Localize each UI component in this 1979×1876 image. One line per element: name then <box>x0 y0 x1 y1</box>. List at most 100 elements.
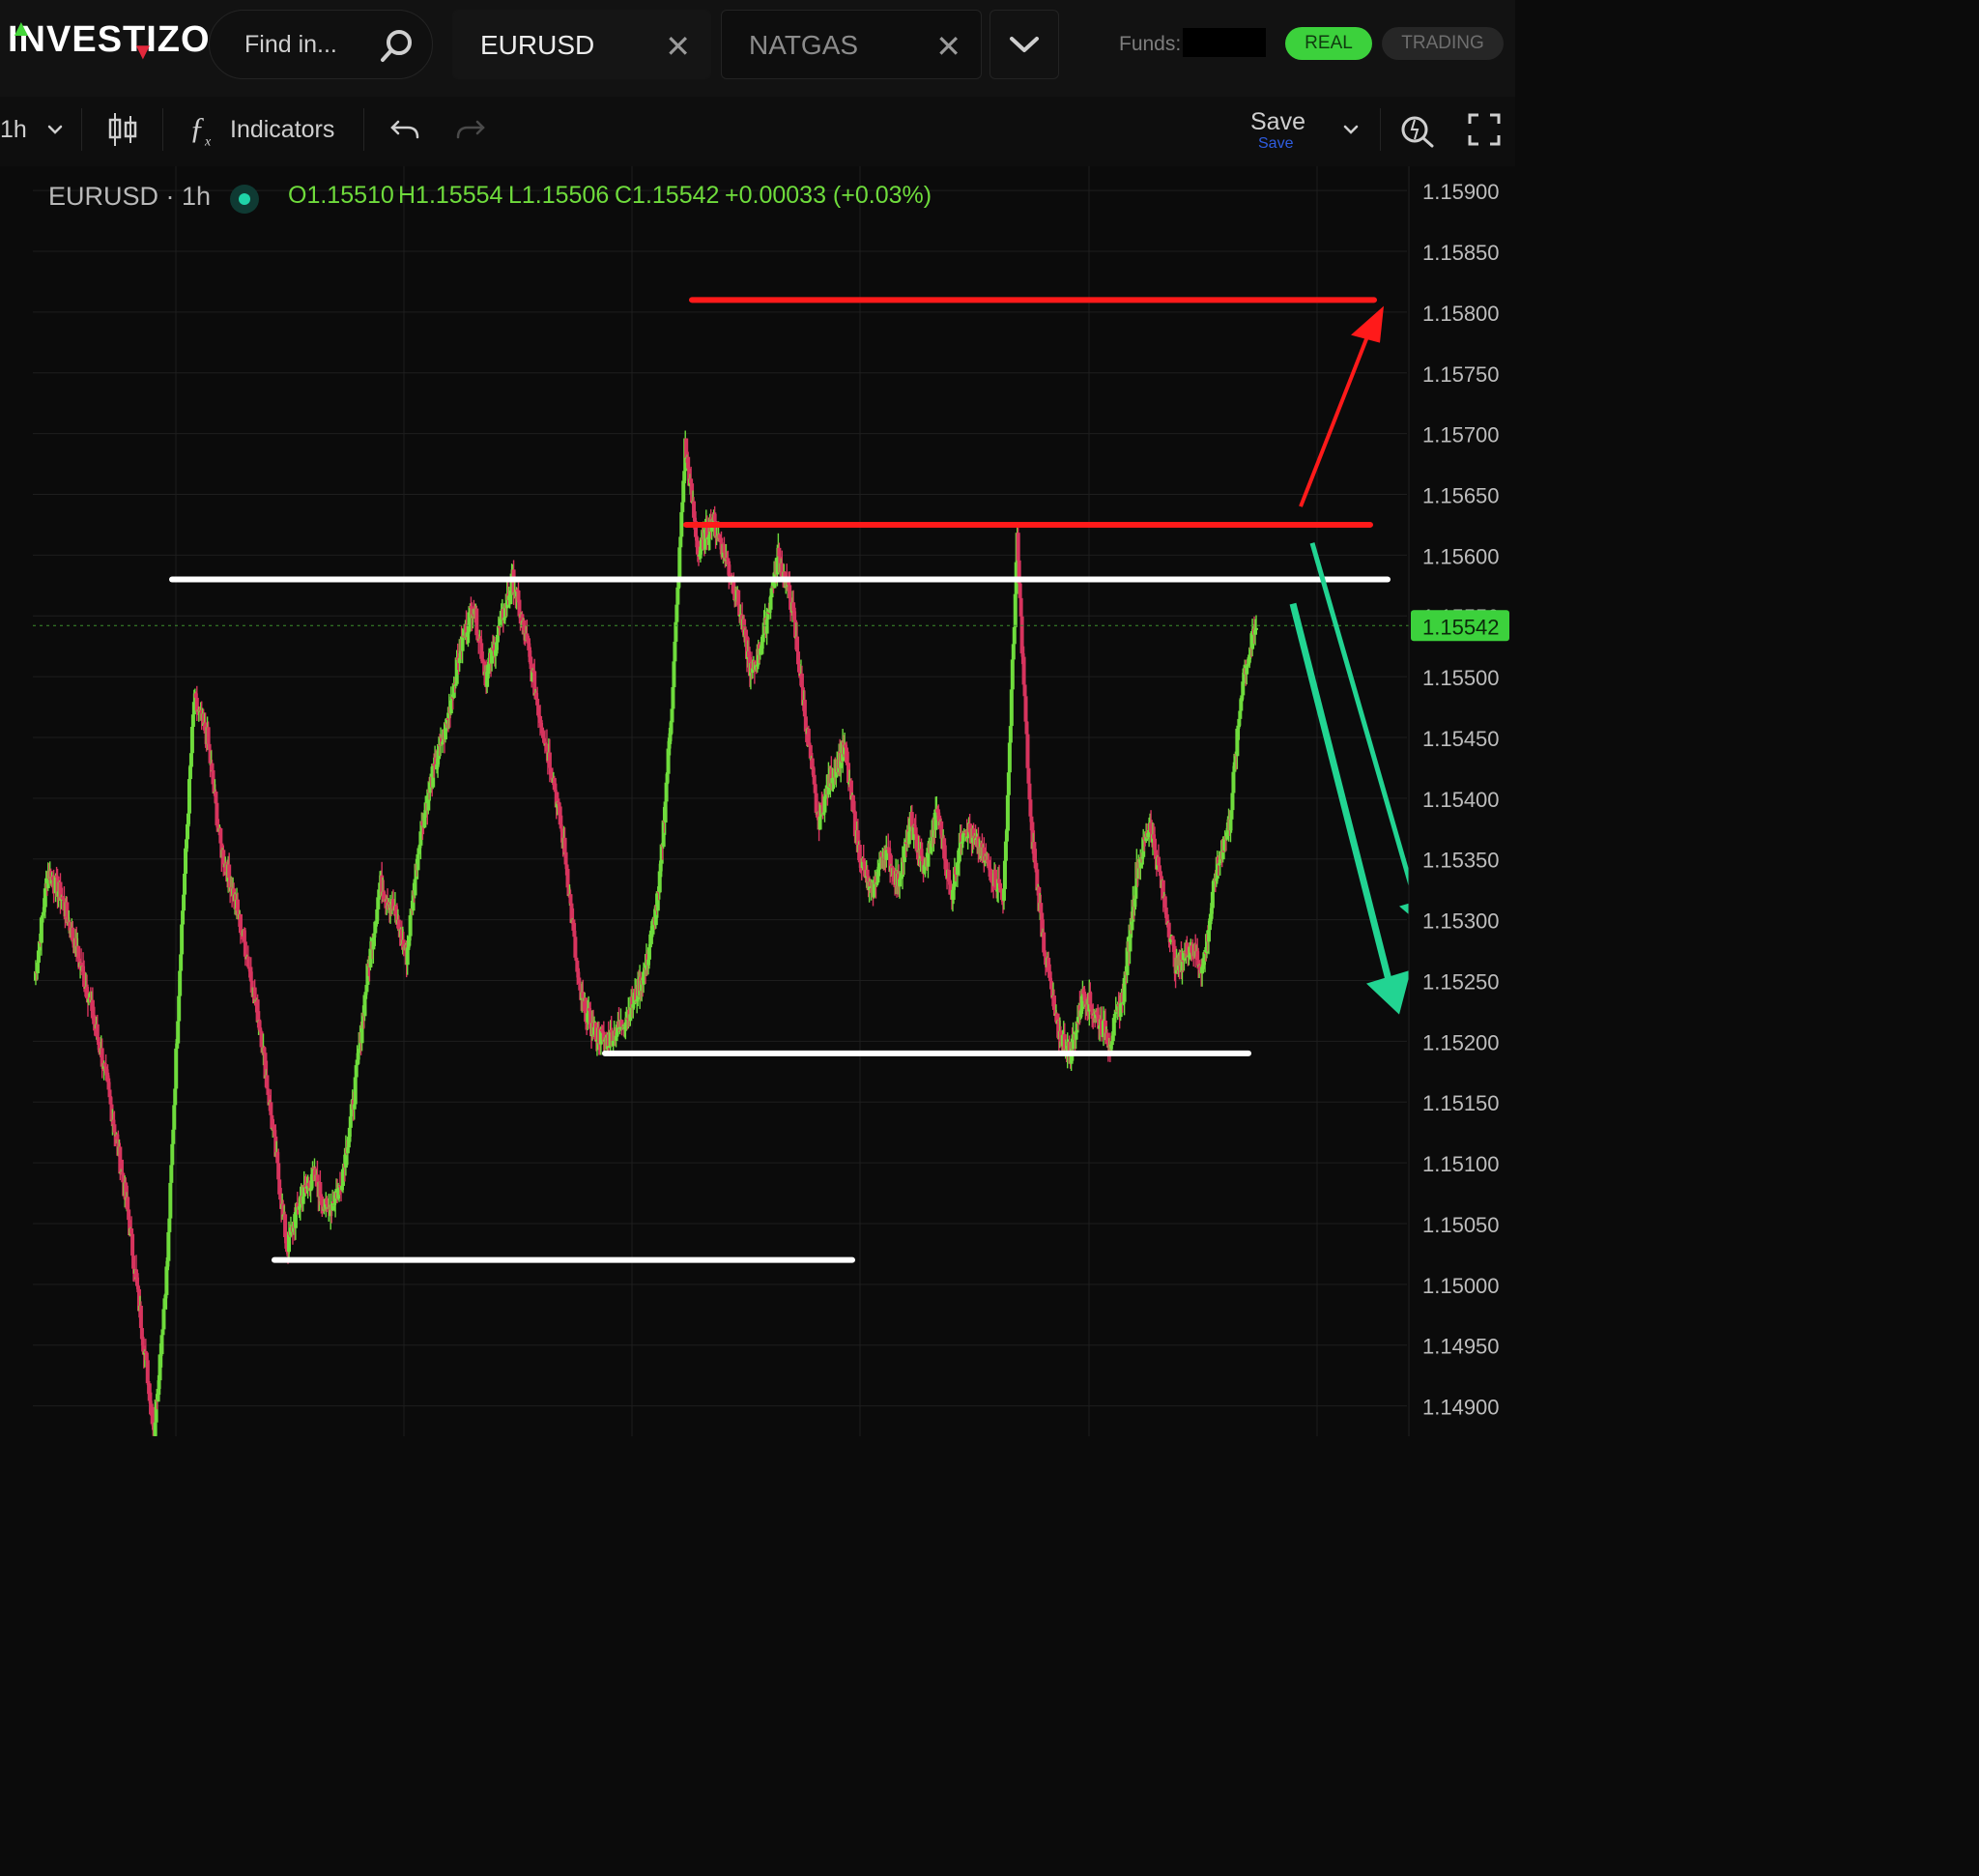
candle-body <box>777 547 782 557</box>
candle-body <box>243 941 247 957</box>
arrow-down-icon: ▼ <box>131 39 156 65</box>
candle-body <box>174 1048 179 1089</box>
candle-body <box>352 1104 357 1110</box>
y-tick-label: 1.15650 <box>1422 484 1500 508</box>
legend-change: +0.00033 (+0.03%) <box>725 182 932 209</box>
y-tick-label: 1.15200 <box>1422 1030 1500 1054</box>
y-tick-label: 1.15450 <box>1422 727 1500 751</box>
candle-body <box>180 924 185 955</box>
redo-icon[interactable] <box>454 114 487 145</box>
app-logo[interactable]: ▲ INVESTIZO ▼ <box>8 15 211 65</box>
candle-body <box>806 728 811 745</box>
y-tick-label: 1.15700 <box>1422 423 1500 447</box>
last-price-tag: 1.15542 <box>1411 610 1509 642</box>
candle-body <box>577 977 582 984</box>
toolbar-divider <box>363 108 364 151</box>
y-tick-label: 1.15250 <box>1422 969 1500 994</box>
red-arrow-head <box>1351 305 1384 343</box>
indicators-button[interactable]: Indicators <box>230 116 334 144</box>
candle-body <box>764 619 769 634</box>
tab-natgas[interactable]: NATGAS ✕ <box>721 10 982 79</box>
toolbar-divider <box>81 108 82 151</box>
candle-body <box>1110 1035 1115 1042</box>
candle-body <box>179 954 184 971</box>
candle-body <box>1163 907 1168 915</box>
y-tick-label: 1.15050 <box>1422 1213 1500 1237</box>
candle-body <box>1231 771 1236 794</box>
close-icon[interactable]: ✕ <box>665 28 691 65</box>
search-input[interactable]: Find in... <box>244 31 337 59</box>
save-button[interactable]: Save <box>1250 108 1305 136</box>
candle-body <box>1003 841 1008 861</box>
tabs-dropdown-button[interactable] <box>990 10 1059 79</box>
green-arrow-shaft <box>1289 602 1395 993</box>
legend-symbol[interactable]: EURUSD · 1h <box>48 182 211 212</box>
y-tick-label: 1.15400 <box>1422 788 1500 812</box>
tab-label: EURUSD <box>480 30 595 60</box>
candle-body <box>170 1143 175 1166</box>
candle-body <box>150 1406 155 1425</box>
candle-body <box>1245 665 1249 675</box>
y-tick-label: 1.15100 <box>1422 1152 1500 1176</box>
y-tick-label: 1.15300 <box>1422 909 1500 934</box>
interval-select[interactable]: 1h <box>0 116 27 144</box>
y-tick-label: 1.15900 <box>1422 180 1500 204</box>
chevron-down-icon[interactable] <box>44 122 66 137</box>
chart-area[interactable]: 1.15900 1.15850 1.15800 1.15750 1.15700 1.156… <box>0 166 1515 1446</box>
save-sub-label: Save <box>1258 135 1294 152</box>
candle-body <box>173 1088 178 1106</box>
price-chart[interactable]: 1.15900 1.15850 1.15800 1.15750 1.15700 1.156… <box>0 166 1515 1446</box>
y-tick-label: 1.15000 <box>1422 1274 1500 1298</box>
candle-body <box>1004 830 1009 842</box>
candle-body <box>1025 734 1030 768</box>
legend-high: H1.15554 <box>398 182 503 209</box>
red-arrow-shaft <box>1299 328 1372 507</box>
top-bar: ▲ INVESTIZO ▼ Find in... EURUSD ✕ NATGAS… <box>0 0 1515 97</box>
tab-label: NATGAS <box>749 30 859 60</box>
candle-body <box>1023 696 1028 722</box>
candle-body <box>1254 627 1258 630</box>
search-box[interactable]: Find in... <box>209 10 433 79</box>
green-arrow-shaft <box>1309 542 1421 913</box>
y-tick-label: 1.15850 <box>1422 241 1500 265</box>
fullscreen-icon[interactable] <box>1467 112 1502 147</box>
y-tick-label: 1.14900 <box>1422 1396 1500 1420</box>
toolbar-divider <box>162 108 163 151</box>
candle-body <box>1170 936 1175 940</box>
mode-trading-toggle[interactable]: TRADING <box>1382 27 1504 60</box>
y-tick-label: 1.15800 <box>1422 302 1500 326</box>
legend-low: L1.15506 <box>508 182 610 209</box>
function-icon: ƒx <box>189 110 212 150</box>
candle-body <box>190 714 195 727</box>
candle-body <box>1009 689 1014 727</box>
toolbar-divider <box>1380 108 1381 151</box>
y-tick-label: 1.15500 <box>1422 666 1500 690</box>
mode-real-toggle[interactable]: REAL <box>1285 27 1372 60</box>
candle-body <box>1001 888 1006 901</box>
grid-lines <box>33 166 1407 1436</box>
candle-body <box>166 1231 171 1261</box>
y-tick-label: 1.14950 <box>1422 1335 1500 1359</box>
candle-body <box>189 726 194 754</box>
tab-eurusd[interactable]: EURUSD ✕ <box>452 10 711 79</box>
status-dot-icon <box>230 185 259 214</box>
search-icon[interactable] <box>378 26 416 65</box>
y-tick-label: 1.15750 <box>1422 362 1500 387</box>
chevron-down-icon[interactable] <box>1339 122 1362 137</box>
undo-icon[interactable] <box>388 114 421 145</box>
candlestick-type-icon[interactable] <box>106 110 139 149</box>
legend-close: C1.15542 <box>615 182 720 209</box>
y-tick-label: 1.15600 <box>1422 544 1500 568</box>
close-icon[interactable]: ✕ <box>935 28 961 65</box>
y-tick-label: 1.15150 <box>1422 1091 1500 1115</box>
arrow-up-icon: ▲ <box>10 15 34 42</box>
logo-text: INVESTIZO <box>8 19 211 60</box>
chevron-down-icon <box>1010 37 1039 52</box>
funds-value-redacted <box>1183 28 1266 57</box>
candle-body <box>474 608 479 636</box>
funds-label: Funds: <box>1119 33 1182 55</box>
candle-body <box>161 1309 166 1330</box>
quick-search-icon[interactable] <box>1399 110 1436 149</box>
legend-open: O1.15510 <box>288 182 394 209</box>
price-tag-label: 1.15542 <box>1422 615 1500 639</box>
